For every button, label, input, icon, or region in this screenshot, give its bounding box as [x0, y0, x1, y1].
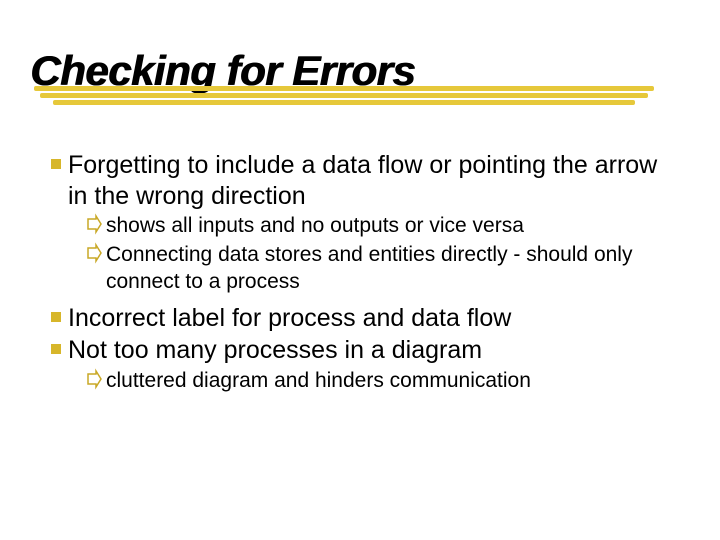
- list-item: cluttered diagram and hinders communicat…: [86, 368, 670, 397]
- list-item: Not too many processes in a diagram: [50, 335, 670, 366]
- arrow-bullet-icon: [86, 368, 106, 397]
- bullet-text: Connecting data stores and entities dire…: [106, 242, 670, 295]
- arrow-bullet-icon: [86, 242, 106, 271]
- slide-body: Forgetting to include a data flow or poi…: [50, 150, 670, 397]
- title-area: Checking for Errors: [30, 50, 690, 114]
- bullet-text: Incorrect label for process and data flo…: [68, 303, 670, 334]
- arrow-bullet-icon: [86, 213, 106, 242]
- list-item: Incorrect label for process and data flo…: [50, 303, 670, 334]
- square-bullet-icon: [50, 335, 68, 361]
- bullet-text: Not too many processes in a diagram: [68, 335, 670, 366]
- bullet-text: Forgetting to include a data flow or poi…: [68, 150, 670, 211]
- title-underline: [34, 86, 654, 114]
- square-bullet-icon: [50, 150, 68, 176]
- square-bullet-icon: [50, 303, 68, 329]
- bullet-text: shows all inputs and no outputs or vice …: [106, 213, 670, 239]
- list-item: shows all inputs and no outputs or vice …: [86, 213, 670, 242]
- list-item: Forgetting to include a data flow or poi…: [50, 150, 670, 211]
- bullet-text: cluttered diagram and hinders communicat…: [106, 368, 670, 394]
- slide: Checking for Errors Forgetting to includ…: [0, 0, 720, 540]
- list-item: Connecting data stores and entities dire…: [86, 242, 670, 295]
